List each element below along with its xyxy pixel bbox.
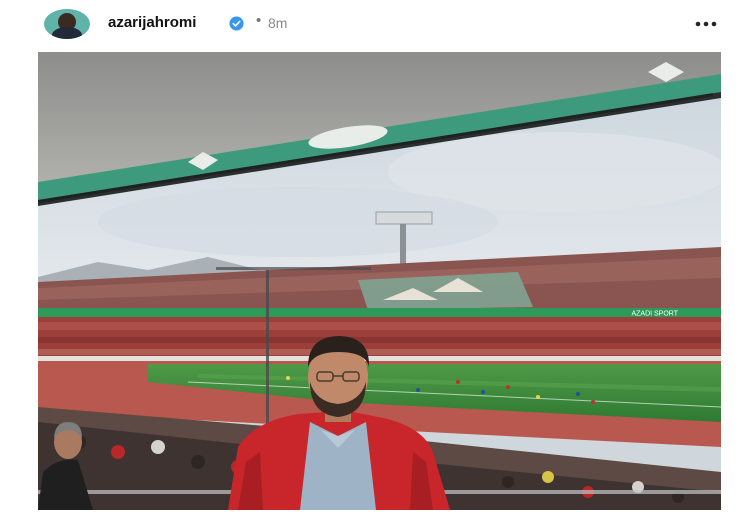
separator-dot: • (256, 12, 262, 29)
more-options-icon[interactable] (692, 14, 720, 34)
avatar-shoulders (52, 27, 82, 39)
post-header: azarijahromi • 8m (0, 0, 750, 48)
banner-text: AZADI SPORT (631, 311, 678, 318)
stadium-photo-illustration: AZADI SPORT (38, 52, 721, 510)
avatar[interactable] (44, 9, 90, 39)
username-link[interactable]: azarijahromi (108, 14, 196, 31)
post-timestamp[interactable]: 8m (268, 15, 287, 31)
post-photo[interactable]: AZADI SPORT (38, 52, 721, 510)
verified-badge-icon (229, 16, 244, 31)
advertising-banner (38, 308, 721, 317)
